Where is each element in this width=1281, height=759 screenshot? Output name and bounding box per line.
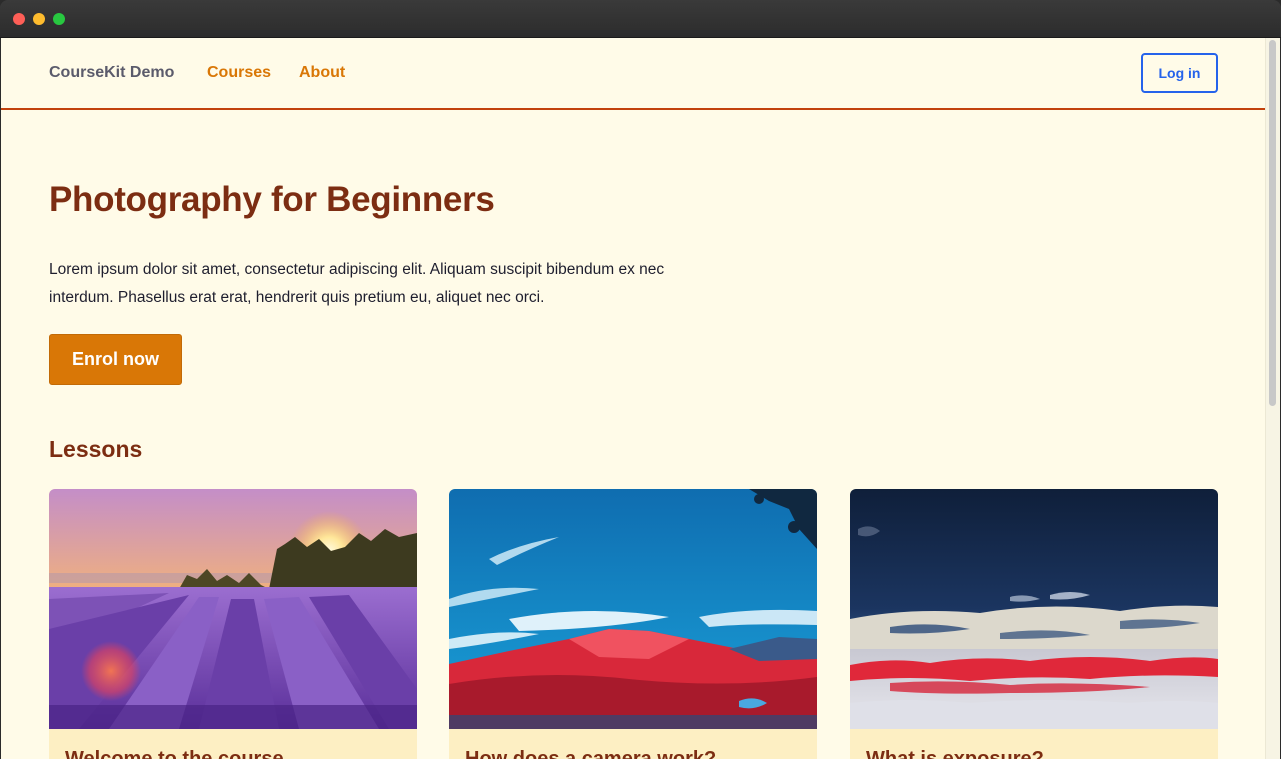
lesson-card-welcome[interactable]: Welcome to the course bbox=[49, 489, 417, 759]
enrol-button[interactable]: Enrol now bbox=[49, 334, 182, 385]
navbar: CourseKit Demo Courses About Log in bbox=[1, 38, 1266, 110]
login-button[interactable]: Log in bbox=[1141, 53, 1218, 93]
page-viewport: CourseKit Demo Courses About Log in Phot… bbox=[1, 38, 1280, 759]
brand-name[interactable]: CourseKit Demo bbox=[49, 64, 174, 82]
lesson-card-title: What is exposure? bbox=[866, 748, 1044, 759]
vertical-scrollbar[interactable] bbox=[1265, 38, 1280, 759]
window-titlebar bbox=[0, 0, 1281, 38]
nav-link-courses[interactable]: Courses bbox=[207, 64, 271, 82]
page-title: Photography for Beginners bbox=[49, 180, 495, 219]
lessons-heading: Lessons bbox=[49, 436, 143, 462]
course-description: Lorem ipsum dolor sit amet, consectetur … bbox=[49, 261, 665, 306]
red-mountain-image bbox=[449, 489, 817, 729]
red-grass-dark-sky-image bbox=[850, 489, 1218, 729]
lesson-card-title: How does a camera work? bbox=[465, 748, 717, 759]
lesson-card-exposure[interactable]: What is exposure? bbox=[850, 489, 1218, 759]
close-window-button[interactable] bbox=[13, 13, 25, 25]
lavender-field-image bbox=[49, 489, 417, 729]
lesson-card-camera[interactable]: How does a camera work? bbox=[449, 489, 817, 759]
nav-link-about[interactable]: About bbox=[299, 64, 345, 82]
minimize-window-button[interactable] bbox=[33, 13, 45, 25]
scrollbar-thumb[interactable] bbox=[1269, 40, 1276, 406]
maximize-window-button[interactable] bbox=[53, 13, 65, 25]
lesson-card-title: Welcome to the course bbox=[65, 748, 284, 759]
